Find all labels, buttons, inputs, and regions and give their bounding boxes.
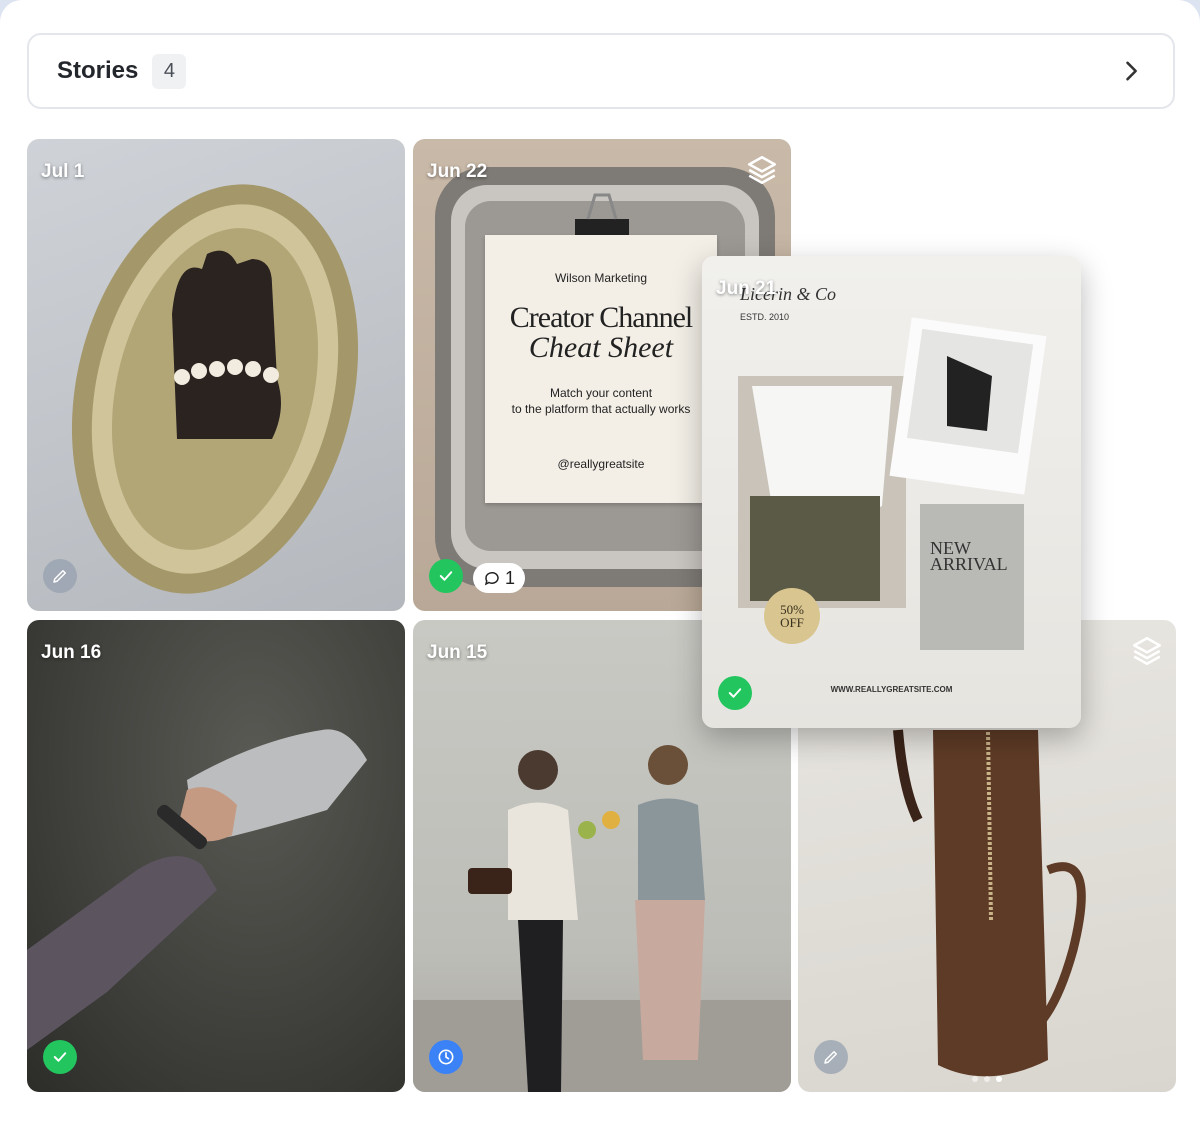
layers-icon <box>1132 636 1162 666</box>
story-thumbnail <box>27 729 367 1050</box>
carousel-dots <box>972 1076 1002 1082</box>
story-date: Jul 1 <box>41 161 85 182</box>
creative-brand: Wilson Marketing <box>554 271 648 285</box>
story-card-dragging[interactable]: Licerin & Co ESTD. 2010 NEW ARRIVAL 50% … <box>702 256 1081 728</box>
comment-icon <box>484 571 499 586</box>
pencil-icon[interactable] <box>814 1040 848 1074</box>
story-date: Jun 21 <box>716 278 777 299</box>
carousel-dot-active <box>996 1076 1002 1082</box>
chevron-right-icon[interactable] <box>1117 57 1145 85</box>
creative-title-2: Cheat Sheet <box>528 331 674 364</box>
story-thumbnail <box>71 184 359 594</box>
story-card[interactable]: Jul 1 <box>27 139 405 611</box>
carousel-dot <box>972 1076 978 1082</box>
moodboard-new-arrival: NEW ARRIVAL <box>930 539 1008 574</box>
stories-panel: Stories 4 Jul 1 Wilson Marketing Creator… <box>0 0 1200 1122</box>
stories-header[interactable]: Stories 4 <box>27 33 1175 109</box>
discount-seal: 50% OFF <box>764 588 820 644</box>
creative-subtitle-2: to the platform that actually works <box>511 402 691 416</box>
story-card[interactable]: Jun 16 <box>27 620 405 1092</box>
story-thumbnail <box>738 317 1047 650</box>
creative-handle: @reallygreatsite <box>557 457 645 471</box>
check-icon[interactable] <box>43 1040 77 1074</box>
layers-icon <box>747 155 777 185</box>
stories-title: Stories <box>57 57 139 84</box>
comment-count: 1 <box>505 567 516 588</box>
creative-subtitle: Match your content to the platform that … <box>485 385 717 417</box>
creative-title: Creator Channel <box>509 301 693 334</box>
creative-document: Wilson Marketing Creator Channel Cheat S… <box>485 235 717 503</box>
moodboard-new-2: ARRIVAL <box>930 554 1008 574</box>
story-date: Jun 16 <box>41 642 102 663</box>
creative-subtitle-1: Match your content <box>549 386 653 400</box>
check-icon[interactable] <box>429 559 463 593</box>
pencil-icon[interactable] <box>43 559 77 593</box>
clock-icon[interactable] <box>429 1040 463 1074</box>
moodboard-estd: ESTD. 2010 <box>740 312 790 322</box>
carousel-dot <box>984 1076 990 1082</box>
check-icon[interactable] <box>718 676 752 710</box>
moodboard-url: WWW.REALLYGREATSITE.COM <box>830 685 953 694</box>
comment-count-badge[interactable]: 1 <box>473 563 526 593</box>
story-date: Jun 22 <box>427 161 488 182</box>
discount-line-2: OFF <box>780 615 804 630</box>
story-date: Jun 15 <box>427 642 488 663</box>
stories-count-badge: 4 <box>152 53 187 89</box>
